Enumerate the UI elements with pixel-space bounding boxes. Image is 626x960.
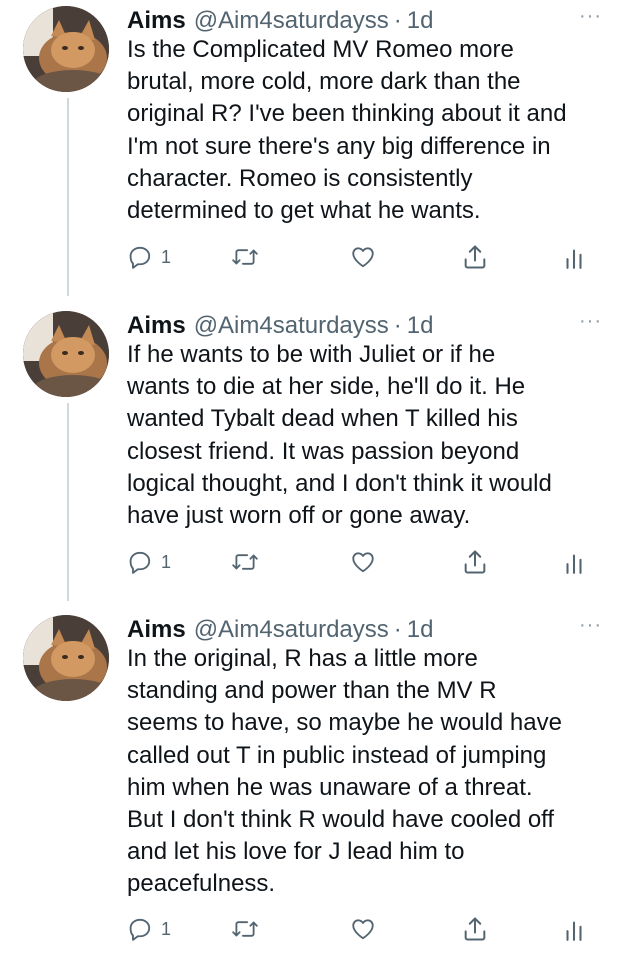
analytics-icon <box>566 921 582 941</box>
analytics-button[interactable] <box>563 547 585 577</box>
user-handle[interactable]: @Aim4saturdayss <box>194 312 389 340</box>
retweet-icon <box>232 921 258 937</box>
tweet-actions: 1 <box>127 242 607 272</box>
share-icon <box>464 245 486 269</box>
share-icon <box>464 550 486 574</box>
analytics-button[interactable] <box>563 242 585 272</box>
more-options-icon[interactable]: ··· <box>579 615 602 635</box>
avatar[interactable] <box>23 6 109 92</box>
reply-icon <box>129 551 151 574</box>
reply-button[interactable]: 1 <box>127 914 171 944</box>
tweet[interactable]: Aims @Aim4saturdayss · 1d ··· Is the Com… <box>0 6 626 276</box>
retweet-icon <box>232 554 258 570</box>
avatar[interactable] <box>23 615 109 701</box>
cat-avatar-image <box>23 615 109 701</box>
separator-dot: · <box>393 616 402 643</box>
tweet-text: In the original, R has a little more sta… <box>127 645 562 898</box>
analytics-icon <box>566 554 582 574</box>
cat-avatar-image <box>23 6 109 92</box>
share-icon <box>464 917 486 941</box>
retweet-icon <box>232 249 258 265</box>
share-button[interactable] <box>461 242 489 272</box>
share-button[interactable] <box>461 547 489 577</box>
tweet-text: Is the Complicated MV Romeo more brutal,… <box>127 36 567 225</box>
tweet-header: Aims @Aim4saturdayss · 1d <box>127 6 433 36</box>
retweet-button[interactable] <box>231 242 259 272</box>
reply-icon <box>129 918 151 941</box>
reply-button[interactable]: 1 <box>127 547 171 577</box>
separator-dot: · <box>393 312 402 339</box>
tweet[interactable]: Aims @Aim4saturdayss · 1d ··· In the ori… <box>0 615 626 950</box>
reply-count: 1 <box>161 918 172 939</box>
retweet-button[interactable] <box>231 914 259 944</box>
reply-icon <box>129 246 151 269</box>
reply-button[interactable]: 1 <box>127 242 171 272</box>
more-options-icon[interactable]: ··· <box>579 311 602 331</box>
like-icon <box>352 919 374 940</box>
user-handle[interactable]: @Aim4saturdayss <box>194 616 389 644</box>
analytics-icon <box>566 249 582 269</box>
timestamp[interactable]: 1d <box>407 312 434 340</box>
reply-count: 1 <box>161 551 172 572</box>
timestamp[interactable]: 1d <box>407 7 434 35</box>
tweet-actions: 1 <box>127 914 607 944</box>
display-name[interactable]: Aims <box>127 7 186 35</box>
timestamp[interactable]: 1d <box>407 616 434 644</box>
avatar[interactable] <box>23 311 109 397</box>
tweet[interactable]: Aims @Aim4saturdayss · 1d ··· If he want… <box>0 311 626 581</box>
tweet-header: Aims @Aim4saturdayss · 1d <box>127 615 433 645</box>
like-icon <box>352 552 374 573</box>
like-icon <box>352 247 374 268</box>
analytics-button[interactable] <box>563 914 585 944</box>
share-button[interactable] <box>461 914 489 944</box>
display-name[interactable]: Aims <box>127 616 186 644</box>
more-options-icon[interactable]: ··· <box>579 6 602 26</box>
user-handle[interactable]: @Aim4saturdayss <box>194 7 389 35</box>
tweet-header: Aims @Aim4saturdayss · 1d <box>127 311 433 341</box>
reply-count: 1 <box>161 246 172 267</box>
like-button[interactable] <box>349 547 377 577</box>
separator-dot: · <box>393 7 402 34</box>
like-button[interactable] <box>349 914 377 944</box>
display-name[interactable]: Aims <box>127 312 186 340</box>
like-button[interactable] <box>349 242 377 272</box>
tweet-actions: 1 <box>127 547 607 577</box>
retweet-button[interactable] <box>231 547 259 577</box>
cat-avatar-image <box>23 311 109 397</box>
tweet-text: If he wants to be with Juliet or if he w… <box>127 341 552 530</box>
